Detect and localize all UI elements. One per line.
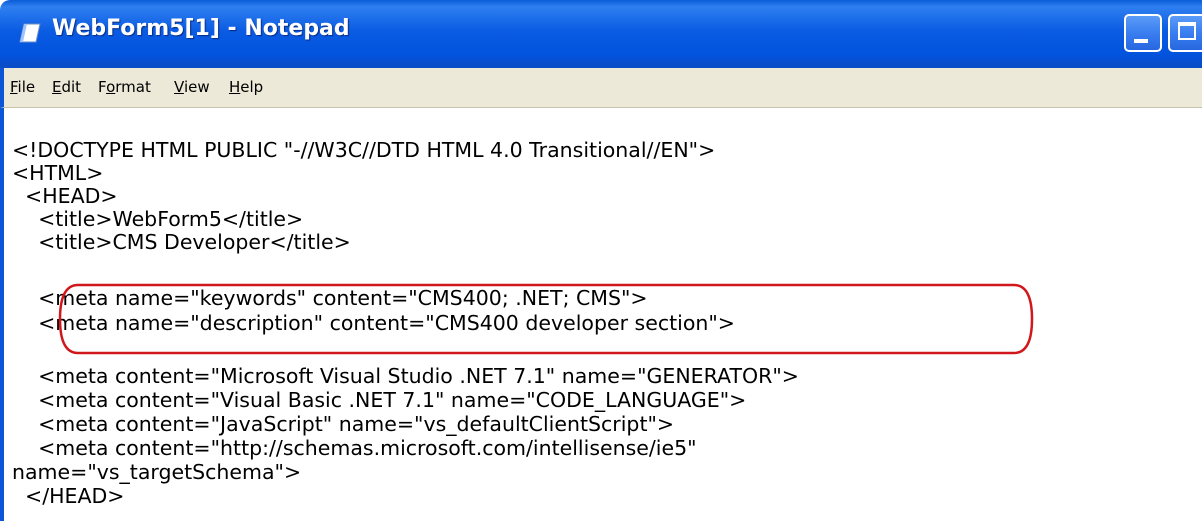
notepad-icon (19, 23, 41, 43)
code-line: <title>WebForm5</title> (12, 207, 304, 231)
code-line: name="vs_targetSchema"> (12, 460, 302, 484)
menu-help[interactable]: Help (229, 78, 263, 96)
title-bar[interactable]: WebForm5[1] - Notepad (0, 0, 1202, 68)
code-line: <meta content="http://schemas.microsoft.… (12, 436, 697, 460)
code-line: <meta content="Microsoft Visual Studio .… (12, 364, 799, 388)
code-line: <!DOCTYPE HTML PUBLIC "-//W3C//DTD HTML … (12, 138, 716, 162)
code-line: <HEAD> (12, 184, 118, 208)
maximize-icon (1178, 22, 1196, 40)
minimize-icon (1134, 39, 1148, 43)
menu-format[interactable]: Format (98, 78, 151, 96)
code-line: <meta name="keywords" content="CMS400; .… (12, 286, 648, 310)
code-line: <meta content="Visual Basic .NET 7.1" na… (12, 388, 747, 412)
code-line: <meta name="description" content="CMS400… (12, 311, 735, 335)
code-line: </HEAD> (12, 484, 125, 508)
menu-edit[interactable]: Edit (52, 78, 81, 96)
menu-file[interactable]: File (10, 78, 35, 96)
text-editor[interactable]: <!DOCTYPE HTML PUBLIC "-//W3C//DTD HTML … (0, 108, 1202, 521)
code-line: <HTML> (12, 161, 104, 185)
menu-bar: File Edit Format View Help (0, 68, 1202, 108)
maximize-button[interactable] (1168, 14, 1202, 52)
minimize-button[interactable] (1124, 14, 1162, 52)
window-title: WebForm5[1] - Notepad (52, 16, 350, 41)
notepad-window: WebForm5[1] - Notepad File Edit Format V… (0, 0, 1202, 521)
code-line: <meta content="JavaScript" name="vs_defa… (12, 412, 675, 436)
menu-view[interactable]: View (174, 78, 210, 96)
code-line: <title>CMS Developer</title> (12, 230, 351, 254)
